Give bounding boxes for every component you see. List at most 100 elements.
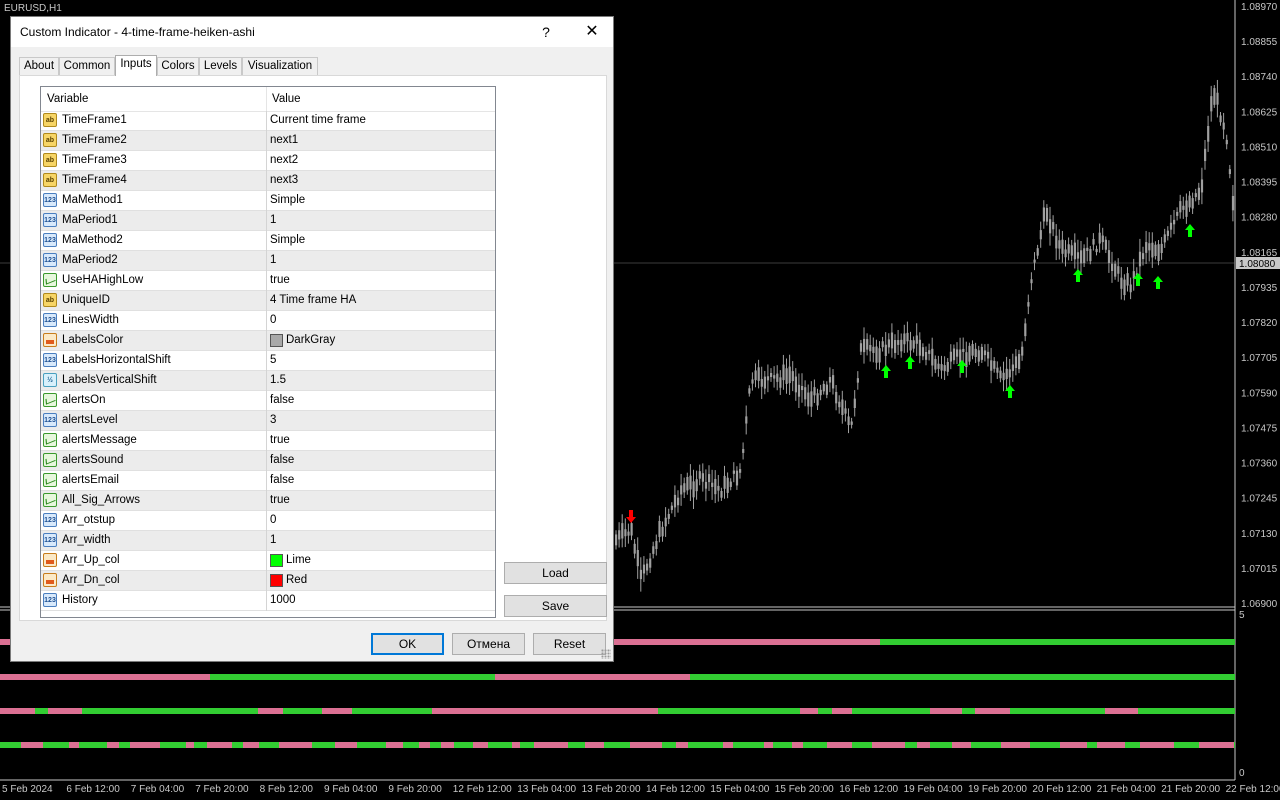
heiken-ashi-bar (520, 742, 534, 748)
table-row[interactable]: ab TimeFrame4 next3 (41, 171, 495, 191)
candle-body (667, 513, 670, 519)
table-row[interactable]: 123 LinesWidth 0 (41, 311, 495, 331)
tab-colors[interactable]: Colors (157, 57, 199, 75)
reset-button[interactable]: Reset (533, 633, 606, 655)
table-row[interactable]: 123 Arr_otstup 0 (41, 511, 495, 531)
variable-value[interactable]: next1 (270, 134, 298, 146)
variable-value[interactable]: next2 (270, 154, 298, 166)
candle-body (630, 523, 633, 536)
table-row[interactable]: 123 MaMethod2 Simple (41, 231, 495, 251)
table-row[interactable]: 123 MaMethod1 Simple (41, 191, 495, 211)
variable-value[interactable]: true (270, 434, 290, 446)
variable-value[interactable]: 1 (270, 214, 276, 226)
variable-value[interactable]: 0 (270, 514, 276, 526)
table-row[interactable]: 123 LabelsHorizontalShift 5 (41, 351, 495, 371)
table-row[interactable]: LabelsColor DarkGray (41, 331, 495, 351)
save-button[interactable]: Save (504, 595, 607, 617)
heiken-ashi-bar (160, 742, 186, 748)
variable-value[interactable]: Lime (286, 554, 311, 566)
resize-grip-icon[interactable] (601, 649, 611, 659)
table-row[interactable]: alertsMessage true (41, 431, 495, 451)
table-row[interactable]: 123 alertsLevel 3 (41, 411, 495, 431)
candle-body (1123, 279, 1126, 296)
variable-value[interactable]: next3 (270, 174, 298, 186)
variable-name: TimeFrame1 (62, 114, 127, 126)
table-row[interactable]: Arr_Up_col Lime (41, 551, 495, 571)
candle-body (825, 384, 828, 395)
table-row[interactable]: All_Sig_Arrows true (41, 491, 495, 511)
price-tick-label: 1.08740 (1241, 72, 1278, 83)
help-button[interactable]: ? (531, 21, 561, 43)
variable-value[interactable]: 1000 (270, 594, 296, 606)
ok-button[interactable]: OK (371, 633, 444, 655)
variable-value[interactable]: Simple (270, 234, 305, 246)
variable-value[interactable]: DarkGray (286, 334, 335, 346)
table-row[interactable]: ab TimeFrame2 next1 (41, 131, 495, 151)
close-button[interactable]: ✕ (577, 21, 607, 43)
heiken-ashi-bar (962, 708, 975, 714)
cell-separator (266, 151, 267, 171)
column-header-variable[interactable]: Variable (47, 93, 88, 105)
color-swatch[interactable] (270, 574, 283, 587)
tab-inputs[interactable]: Inputs (115, 55, 157, 76)
variable-value[interactable]: Simple (270, 194, 305, 206)
candle-body (850, 421, 853, 425)
table-row[interactable]: 123 History 1000 (41, 591, 495, 611)
variable-value[interactable]: true (270, 494, 290, 506)
table-row[interactable]: ½ LabelsVerticalShift 1.5 (41, 371, 495, 391)
candle-body (931, 348, 934, 366)
variable-value[interactable]: false (270, 394, 294, 406)
dialog-titlebar[interactable]: Custom Indicator - 4-time-frame-heiken-a… (11, 17, 613, 47)
time-tick-label: 21 Feb 04:00 (1097, 784, 1156, 795)
variable-value[interactable]: true (270, 274, 290, 286)
table-row[interactable]: ab UniqueID 4 Time frame HA (41, 291, 495, 311)
color-swatch[interactable] (270, 334, 283, 347)
tab-visualization[interactable]: Visualization (242, 57, 318, 75)
table-row[interactable]: 123 MaPeriod1 1 (41, 211, 495, 231)
variable-value[interactable]: false (270, 454, 294, 466)
variable-name: TimeFrame2 (62, 134, 127, 146)
table-row[interactable]: Arr_Dn_col Red (41, 571, 495, 591)
heiken-ashi-bar (1001, 742, 1030, 748)
table-row[interactable]: ab TimeFrame3 next2 (41, 151, 495, 171)
variable-value[interactable]: 5 (270, 354, 276, 366)
candle-body (887, 339, 890, 348)
table-row[interactable]: ab TimeFrame1 Current time frame (41, 111, 495, 131)
heiken-ashi-bar (130, 742, 160, 748)
variable-value[interactable]: Red (286, 574, 307, 586)
heiken-ashi-bar (430, 742, 441, 748)
candle-body (1067, 244, 1070, 254)
variable-value[interactable]: Current time frame (270, 114, 366, 126)
table-row[interactable]: alertsSound false (41, 451, 495, 471)
tab-levels[interactable]: Levels (199, 57, 242, 75)
variable-value[interactable]: 1 (270, 534, 276, 546)
heiken-ashi-bar (243, 742, 259, 748)
candle-body (695, 479, 698, 492)
column-header-value[interactable]: Value (272, 93, 301, 105)
color-type-icon (43, 553, 57, 567)
price-tick-label: 1.07245 (1241, 494, 1278, 505)
load-button[interactable]: Load (504, 562, 607, 584)
variable-value[interactable]: 1 (270, 254, 276, 266)
variable-value[interactable]: false (270, 474, 294, 486)
cancel-button[interactable]: Отмена (452, 633, 525, 655)
candle-body (1204, 148, 1207, 162)
cell-separator (266, 411, 267, 431)
candle-body (1036, 248, 1039, 256)
tab-about[interactable]: About (19, 57, 59, 75)
variable-value[interactable]: 1.5 (270, 374, 286, 386)
price-tick-label: 1.08280 (1241, 213, 1278, 224)
color-swatch[interactable] (270, 554, 283, 567)
table-row[interactable]: UseHAHighLow true (41, 271, 495, 291)
table-row[interactable]: 123 Arr_width 1 (41, 531, 495, 551)
variable-value[interactable]: 0 (270, 314, 276, 326)
table-row[interactable]: 123 MaPeriod2 1 (41, 251, 495, 271)
tab-common[interactable]: Common (59, 57, 115, 75)
candle-body (670, 505, 673, 510)
variable-value[interactable]: 4 Time frame HA (270, 294, 356, 306)
table-row[interactable]: alertsEmail false (41, 471, 495, 491)
table-row[interactable]: alertsOn false (41, 391, 495, 411)
variable-value[interactable]: 3 (270, 414, 276, 426)
candle-body (1126, 273, 1129, 286)
variable-name: MaMethod1 (62, 194, 123, 206)
